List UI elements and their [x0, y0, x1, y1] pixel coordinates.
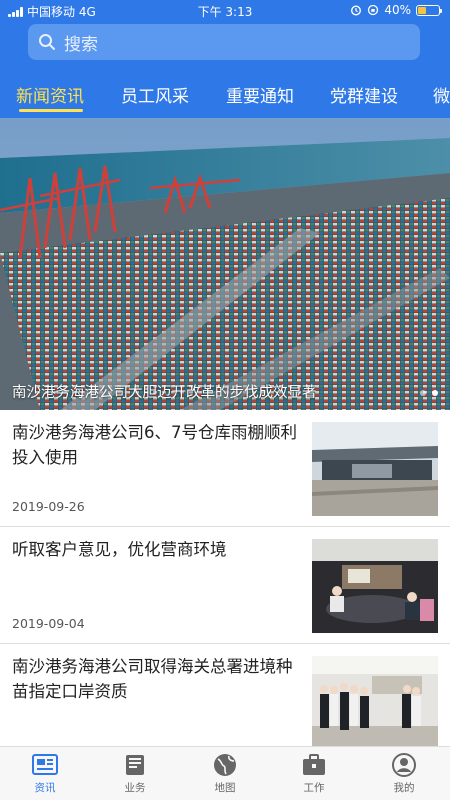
news-item[interactable]: 南沙港务海港公司取得海关总署进境种苗指定口岸资质 2019-09-04 [0, 644, 450, 766]
search-icon [39, 34, 55, 50]
tabbar-work[interactable]: 工作 [284, 753, 344, 795]
alarm-icon [351, 5, 362, 16]
active-tab-indicator [19, 109, 83, 112]
bottom-tab-bar: 资讯 业务 地图 工作 我的 [0, 746, 450, 800]
news-title: 听取客户意见，优化营商环境 [12, 540, 227, 559]
news-date: 2019-09-26 [12, 499, 85, 514]
news-thumbnail [312, 422, 438, 516]
news-date: 2019-09-04 [12, 616, 85, 631]
user-icon [392, 753, 416, 777]
tabbar-label: 工作 [303, 782, 325, 794]
news-title: 南沙港务海港公司6、7号仓库雨棚顺利投入使用 [12, 423, 297, 467]
globe-icon [214, 754, 236, 776]
banner-image [0, 118, 450, 410]
search-placeholder: 搜索 [64, 34, 98, 55]
tabbar-map[interactable]: 地图 [195, 753, 255, 795]
tab-party[interactable]: 党群建设 [330, 82, 398, 107]
app-header: 中国移动 4G 下午 3:13 40% 搜索 新闻资讯 员工风采 重要通知 党群… [0, 0, 450, 118]
battery-icon [416, 4, 442, 16]
banner-caption: 南沙港务海港公司大胆迈开改革的步伐成效显著 [12, 385, 317, 401]
tabbar-label: 业务 [124, 782, 146, 794]
tabbar-profile[interactable]: 我的 [374, 753, 434, 795]
tab-notices[interactable]: 重要通知 [226, 82, 294, 107]
tabbar-label: 地图 [214, 782, 236, 794]
tab-staff[interactable]: 员工风采 [121, 82, 189, 107]
tabbar-business[interactable]: 业务 [105, 753, 165, 795]
tab-more[interactable]: 微 [433, 82, 450, 107]
category-tabs: 新闻资讯 员工风采 重要通知 党群建设 微 [0, 72, 450, 118]
news-title: 南沙港务海港公司取得海关总署进境种苗指定口岸资质 [12, 657, 293, 701]
tabbar-news[interactable]: 资讯 [15, 753, 75, 795]
status-bar: 中国移动 4G 下午 3:13 40% [0, 0, 450, 22]
carousel-dots [420, 390, 438, 396]
tab-news[interactable]: 新闻资讯 [16, 82, 84, 107]
news-item[interactable]: 南沙港务海港公司6、7号仓库雨棚顺利投入使用 2019-09-26 [0, 410, 450, 526]
battery-percent: 40% [384, 3, 411, 17]
news-thumbnail [312, 656, 438, 750]
carousel-dot-active [432, 390, 438, 396]
banner-carousel[interactable]: 南沙港务海港公司大胆迈开改革的步伐成效显著 [0, 118, 450, 410]
news-thumbnail [312, 539, 438, 633]
search-input[interactable]: 搜索 [28, 24, 420, 60]
rotation-lock-icon [368, 4, 379, 16]
news-icon [32, 754, 58, 775]
tabbar-label: 我的 [393, 782, 415, 794]
briefcase-icon [303, 754, 325, 775]
news-item[interactable]: 听取客户意见，优化营商环境 2019-09-04 [0, 527, 450, 643]
business-icon [126, 755, 144, 775]
carousel-dot [420, 390, 426, 396]
tabbar-label: 资讯 [34, 782, 56, 794]
